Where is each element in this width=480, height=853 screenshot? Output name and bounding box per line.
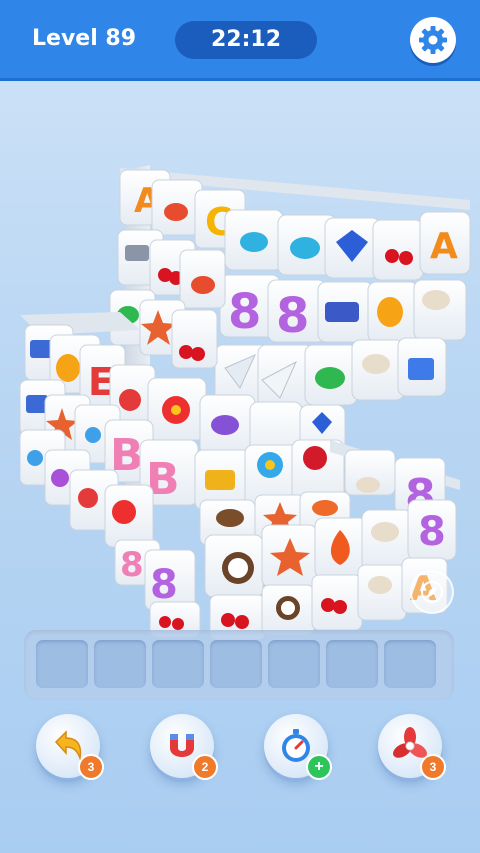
magnet-count-badge: 2: [192, 754, 218, 780]
tray-slot: [384, 640, 436, 688]
svg-text:8: 8: [150, 562, 178, 608]
freeze-timer-button[interactable]: +: [264, 714, 332, 780]
shuffle-button[interactable]: 3: [378, 714, 446, 780]
undo-button[interactable]: 3: [36, 714, 104, 780]
tray-slot: [152, 640, 204, 688]
level-label: Level 89: [32, 26, 137, 51]
settings-button[interactable]: [410, 17, 456, 63]
svg-text:A: A: [430, 226, 458, 267]
gear-icon: [419, 26, 447, 54]
countdown-timer: 22:12: [175, 21, 317, 59]
top-bar: Level 89 22:12: [0, 0, 480, 78]
svg-text:8: 8: [120, 545, 144, 585]
tile-tray: [24, 630, 454, 700]
freeze-timer-add-badge: +: [306, 754, 332, 780]
svg-text:8: 8: [276, 288, 309, 344]
svg-text:8: 8: [228, 284, 261, 340]
shuffle-count-badge: 3: [420, 754, 446, 780]
rotate-view-button[interactable]: [410, 570, 454, 614]
tray-slot: [268, 640, 320, 688]
undo-count-badge: 3: [78, 754, 104, 780]
tray-slot: [326, 640, 378, 688]
tray-slot: [36, 640, 88, 688]
magnet-button[interactable]: 2: [150, 714, 218, 780]
tile-cube-board[interactable]: A C A 8 8 E B B 8 8 A 8 8: [0, 140, 480, 640]
tray-slot: [210, 640, 262, 688]
tray-slot: [94, 640, 146, 688]
compass-icon: [421, 581, 443, 603]
svg-text:8: 8: [418, 509, 446, 555]
tile-grid-upper: A 8 8: [214, 209, 471, 408]
